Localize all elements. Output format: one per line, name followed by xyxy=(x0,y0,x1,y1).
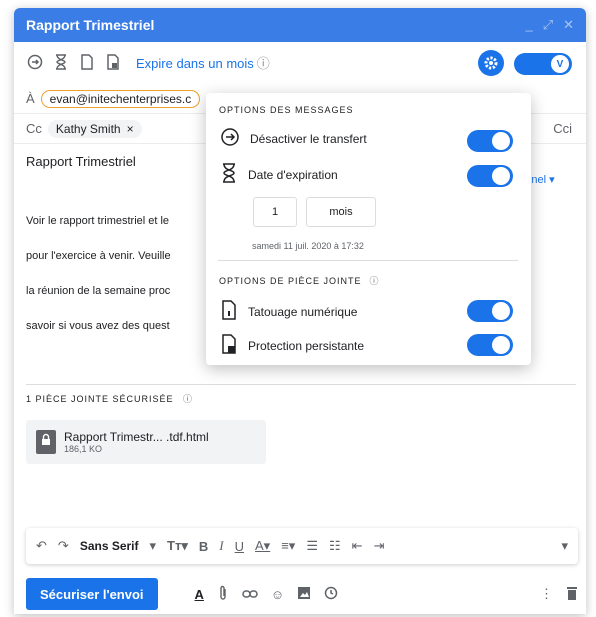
message-body[interactable]: Voir le rapport trimestriel et le pour l… xyxy=(26,215,171,355)
attachments-title-text: 1 PIÈCE JOINTE SÉCURISÉE xyxy=(26,394,174,404)
bottom-bar: Sécuriser l'envoi A ☺ ⋮ xyxy=(26,578,578,610)
expire-link[interactable]: Expire dans un mois ⓘ xyxy=(136,53,270,72)
persistent-protection-toggle[interactable] xyxy=(467,334,513,356)
bold-icon[interactable]: B xyxy=(199,539,208,554)
messages-options-title: OPTIONS DES MESSAGES xyxy=(219,105,354,115)
expire-label: Expire dans un mois xyxy=(136,55,254,71)
body-line: Voir le rapport trimestriel et le xyxy=(26,215,170,227)
expiration-unit-select[interactable]: mois xyxy=(306,197,376,227)
expiration-toggle[interactable] xyxy=(467,165,513,187)
emoji-icon[interactable]: ☺ xyxy=(271,587,284,602)
expiration-date-text: samedi 11 juil. 2020 à 17:32 xyxy=(252,241,364,251)
align-icon[interactable]: ≡▾ xyxy=(281,538,295,554)
attachment-size: 186,1 KO xyxy=(64,444,103,454)
subject-field[interactable]: Rapport Trimestriel xyxy=(26,154,136,169)
persistent-protection-option: Protection persistante xyxy=(220,334,364,357)
secure-toggle[interactable]: V xyxy=(514,53,572,75)
watermark-toggle[interactable] xyxy=(467,300,513,322)
hourglass-icon[interactable] xyxy=(52,53,70,71)
disable-forward-toggle[interactable] xyxy=(467,130,513,152)
toggle-knob xyxy=(492,336,510,354)
indent-less-icon[interactable]: ⇤ xyxy=(352,538,363,554)
toggle-knob xyxy=(492,167,510,185)
disable-forward-option: Désactiver le transfert xyxy=(220,127,367,150)
attachment-options-title-text: OPTIONS DE PIÈCE JOINTE xyxy=(219,276,362,286)
indent-more-icon[interactable]: ⇥ xyxy=(374,538,385,554)
attachment-options-title: OPTIONS DE PIÈCE JOINTE ⓘ xyxy=(219,274,380,287)
body-line: la réunion de la semaine proc xyxy=(26,285,171,297)
window-title: Rapport Trimestriel xyxy=(26,17,155,33)
info-icon: ⓘ xyxy=(369,276,380,286)
font-select[interactable]: Sans Serif xyxy=(80,539,139,553)
to-label: À xyxy=(26,91,35,106)
numbered-list-icon[interactable]: ☰ xyxy=(306,538,318,554)
title-bar: Rapport Trimestriel _ ⤢ ✕ xyxy=(14,8,586,42)
close-icon[interactable]: ✕ xyxy=(563,17,574,33)
compose-window: Rapport Trimestriel _ ⤢ ✕ Expire dans un… xyxy=(14,8,586,614)
watermark-file-icon xyxy=(220,300,238,323)
locked-file-icon xyxy=(36,430,56,454)
body-line: pour l'exercice à venir. Veuille xyxy=(26,250,171,262)
underline-icon[interactable]: U xyxy=(235,539,244,554)
body-line: savoir si vous avez des quest xyxy=(26,320,170,332)
trash-icon[interactable] xyxy=(566,586,578,603)
expiration-label: Date d'expiration xyxy=(248,167,338,182)
recipient-chip[interactable]: evan@initechenterprises.c xyxy=(40,89,201,108)
attachment-name: Rapport Trimestr... .tdf.html xyxy=(64,430,209,444)
attach-icon[interactable] xyxy=(217,585,229,604)
protected-file-icon xyxy=(220,334,238,357)
minimize-icon[interactable]: _ xyxy=(525,17,532,33)
formatting-options-icon[interactable]: A xyxy=(195,587,204,602)
redo-icon[interactable]: ↷ xyxy=(58,538,69,554)
hourglass-icon xyxy=(220,163,238,186)
divider xyxy=(218,260,518,261)
attachment-card[interactable]: Rapport Trimestr... .tdf.html 186,1 KO xyxy=(26,420,266,464)
secure-send-button[interactable]: Sécuriser l'envoi xyxy=(26,578,158,610)
cci-link[interactable]: Cci xyxy=(553,121,572,136)
cc-chip[interactable]: Kathy Smith × xyxy=(47,119,142,138)
confidential-mode-icon[interactable] xyxy=(324,586,338,603)
no-forward-icon[interactable] xyxy=(26,53,44,71)
info-icon: ⓘ xyxy=(256,55,270,71)
watermark-file-icon[interactable] xyxy=(78,53,96,71)
info-icon: ⓘ xyxy=(183,394,194,404)
image-icon[interactable] xyxy=(297,586,311,603)
italic-icon[interactable]: I xyxy=(219,538,223,554)
remove-recipient-icon[interactable]: × xyxy=(127,122,134,136)
link-icon[interactable] xyxy=(242,587,258,602)
cc-name: Kathy Smith xyxy=(55,121,121,136)
security-options-popup: OPTIONS DES MESSAGES Désactiver le trans… xyxy=(206,93,531,365)
settings-gear-icon[interactable] xyxy=(478,50,504,76)
bulleted-list-icon[interactable]: ☷ xyxy=(329,538,341,554)
undo-icon[interactable]: ↶ xyxy=(36,538,47,554)
expiration-amount-input[interactable]: 1 xyxy=(253,197,297,227)
more-options-icon[interactable]: ⋮ xyxy=(540,586,553,602)
no-forward-icon xyxy=(220,127,240,150)
text-color-icon[interactable]: A▾ xyxy=(255,538,270,554)
watermark-option: Tatouage numérique xyxy=(220,300,357,323)
persistent-protection-label: Protection persistante xyxy=(248,338,365,353)
font-size-icon[interactable]: Tᴛ▾ xyxy=(167,538,188,554)
attachments-title: 1 PIÈCE JOINTE SÉCURISÉE ⓘ xyxy=(26,392,193,405)
chevron-down-icon[interactable]: ▾ xyxy=(150,538,157,554)
formatting-toolbar: ↶ ↷ Sans Serif ▾ Tᴛ▾ B I U A▾ ≡▾ ☰ ☷ ⇤ ⇥… xyxy=(26,528,578,564)
toggle-knob xyxy=(492,302,510,320)
protected-file-icon[interactable] xyxy=(104,53,122,71)
disable-forward-label: Désactiver le transfert xyxy=(250,131,367,146)
expiration-option: Date d'expiration xyxy=(220,163,338,186)
divider xyxy=(26,384,576,385)
secure-toggle-knob: V xyxy=(551,55,569,73)
toggle-knob xyxy=(492,132,510,150)
cc-label: Cc xyxy=(26,121,42,136)
watermark-label: Tatouage numérique xyxy=(248,304,358,319)
more-formatting-icon[interactable]: ▾ xyxy=(561,538,568,554)
expand-icon[interactable]: ⤢ xyxy=(543,17,553,33)
